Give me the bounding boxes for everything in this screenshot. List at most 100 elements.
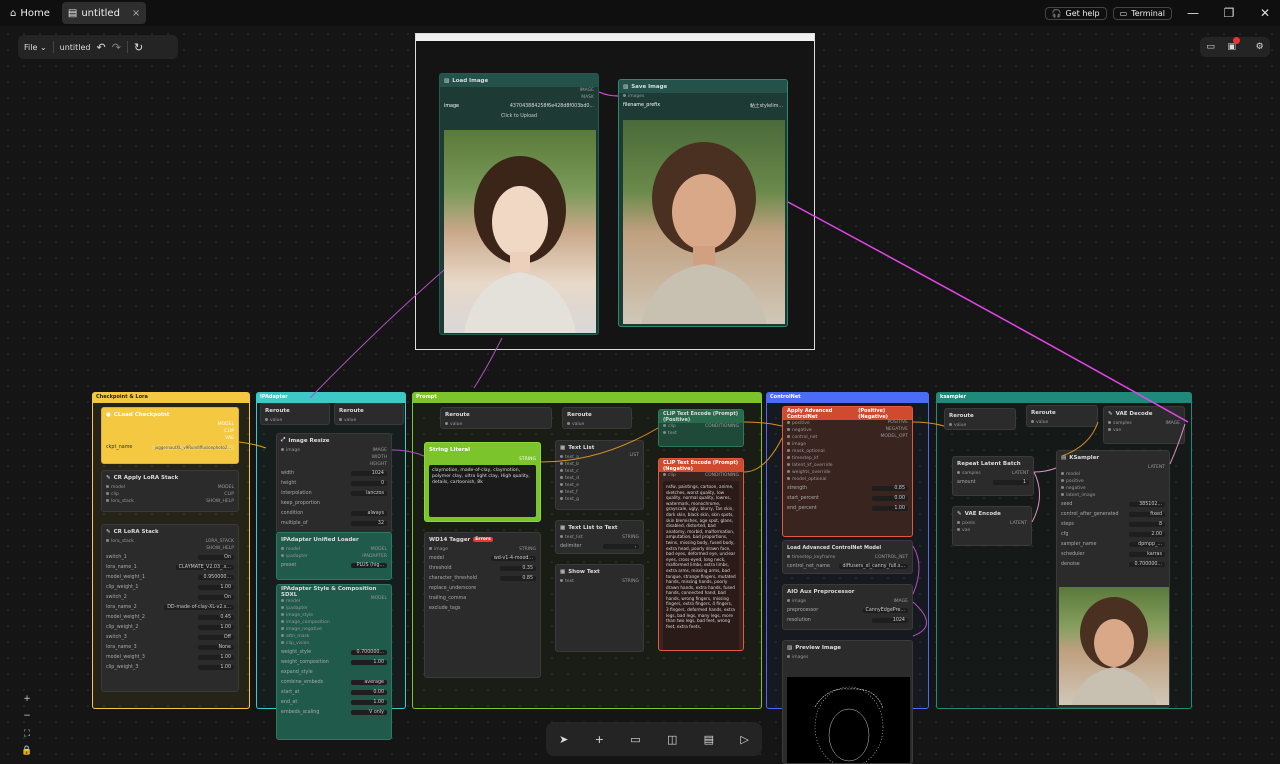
show-text-node[interactable]: ▦ Show Text text STRING xyxy=(555,564,644,652)
widget-value[interactable]: average xyxy=(351,679,387,685)
close-window-icon[interactable]: ✕ xyxy=(1250,6,1280,20)
graph-canvas[interactable]: ▨ Load Image IMAGE MASK image 437043884258… xyxy=(0,26,1280,764)
clip-text-encode-positive-node[interactable]: CLIP Text Encode (Prompt)(Positive) clip… xyxy=(658,409,744,447)
clip-text-encode-negative-node[interactable]: CLIP Text Encode (Prompt)(Negative) clip… xyxy=(658,458,744,651)
widget-row[interactable]: interpolation lanczos xyxy=(277,488,391,498)
widget-value[interactable]: 0.00 xyxy=(351,689,387,695)
widget-row[interactable]: control_after_generated fixed xyxy=(1057,509,1169,519)
socket-dot[interactable] xyxy=(787,463,790,466)
socket-dot[interactable] xyxy=(1061,472,1064,475)
socket-dot[interactable] xyxy=(787,428,790,431)
widget-row[interactable]: weight_style 0.700000... xyxy=(277,647,391,657)
home-button[interactable]: ⌂ Home xyxy=(4,6,56,21)
settings-gear-icon[interactable]: ⚙ xyxy=(1256,42,1264,52)
error-badge[interactable]: Errors xyxy=(473,537,493,542)
prefix-input[interactable]: 黏土stylelim... xyxy=(750,102,783,109)
input-socket[interactable]: image xyxy=(783,441,912,448)
film-icon[interactable]: ▤ xyxy=(704,733,714,746)
undo-icon[interactable]: ↶ xyxy=(97,41,106,54)
widget-value[interactable]: 1.00 xyxy=(198,654,234,660)
widget-row[interactable]: end_at 1.00 xyxy=(277,697,391,707)
socket-dot[interactable] xyxy=(1061,479,1064,482)
preview-image-node[interactable]: ▨ Preview Image images xyxy=(782,640,913,764)
widget-value[interactable]: 0.700000... xyxy=(351,649,387,655)
widget-row[interactable]: lora_name_2 DD-made-of-clay-XL-v2.s... xyxy=(102,602,238,612)
widget-row[interactable]: character_threshold 0.85 xyxy=(425,573,540,583)
widget-value[interactable]: None xyxy=(198,644,234,650)
input-socket[interactable]: positive xyxy=(1057,478,1169,485)
socket-dot[interactable] xyxy=(560,483,563,486)
ipadapter-unified-loader-node[interactable]: IPAdapter Unified Loader model MODEL ipad… xyxy=(276,532,392,580)
socket-dot[interactable] xyxy=(787,456,790,459)
widget-row[interactable]: height 0 xyxy=(277,478,391,488)
widget-row[interactable]: start_percent 0.00 xyxy=(783,493,912,503)
widget-row[interactable]: trailing_comma xyxy=(425,593,540,603)
file-menu-button[interactable]: File ⌄ xyxy=(24,43,47,52)
widget-row[interactable]: switch_2 On xyxy=(102,592,238,602)
widget-row[interactable]: keep_proportion xyxy=(277,498,391,508)
socket-dot[interactable] xyxy=(560,497,563,500)
input-socket[interactable]: text_d xyxy=(556,475,643,482)
widget-row[interactable]: preprocessor CannyEdgePre... xyxy=(783,605,912,615)
widget-row[interactable]: embeds_scaling V only xyxy=(277,707,391,717)
image-resize-node[interactable]: ⤢ Image Resize image IMAGE WIDTH HEIGHT wi… xyxy=(276,433,392,534)
widget-row[interactable]: scheduler karras xyxy=(1057,549,1169,559)
widget-row[interactable]: clip_weight_1 1.00 xyxy=(102,582,238,592)
preset-select[interactable]: PLUS (hig... xyxy=(351,562,387,568)
widget-row[interactable]: denoise 0.700000... xyxy=(1057,559,1169,569)
widget-value[interactable]: V only xyxy=(351,709,387,715)
widget-value[interactable]: 1.00 xyxy=(351,699,387,705)
socket-dot[interactable] xyxy=(281,606,284,609)
input-socket[interactable]: ipadapter xyxy=(277,605,391,612)
reroute-node[interactable]: Reroute value xyxy=(562,407,632,429)
input-socket[interactable]: text_g xyxy=(556,496,643,503)
input-socket[interactable]: attn_mask xyxy=(277,633,391,640)
socket-dot[interactable] xyxy=(787,442,790,445)
input-socket[interactable]: timestep_kf xyxy=(783,455,912,462)
tab-untitled[interactable]: ▤ untitled × xyxy=(61,2,147,24)
widget-row[interactable]: resolution 1024 xyxy=(783,615,912,625)
widget-value[interactable]: 0.85 xyxy=(872,485,908,491)
input-socket[interactable]: text_e xyxy=(556,482,643,489)
widget-value[interactable]: wd-v1-4-mood... xyxy=(490,555,536,561)
input-socket[interactable]: negative xyxy=(1057,485,1169,492)
panel-icon[interactable]: ▭ xyxy=(1206,42,1215,52)
socket-dot[interactable] xyxy=(560,455,563,458)
input-socket[interactable]: weights_override xyxy=(783,469,912,476)
widget-row[interactable]: expand_style xyxy=(277,667,391,677)
terminal-button[interactable]: ▭ Terminal xyxy=(1112,6,1172,20)
amount-input[interactable]: 1 xyxy=(993,479,1029,485)
socket-dot[interactable] xyxy=(281,634,284,637)
widget-value[interactable]: 1024 xyxy=(872,617,908,623)
input-socket[interactable]: text_f xyxy=(556,489,643,496)
lock-icon[interactable]: 🔒 xyxy=(21,746,32,756)
ipadapter-style-composition-node[interactable]: IPAdapter Style & Composition SDXL model… xyxy=(276,584,392,740)
socket-dot[interactable] xyxy=(787,435,790,438)
widget-row[interactable]: exclude_tags xyxy=(425,603,540,613)
delimiter-input[interactable]: , xyxy=(603,543,639,549)
socket-dot[interactable] xyxy=(560,476,563,479)
widget-row[interactable]: lora_name_3 None xyxy=(102,642,238,652)
socket-dot[interactable] xyxy=(787,421,790,424)
input-socket[interactable]: clip_vision xyxy=(277,640,391,647)
vae-encode-node[interactable]: ✎ VAE Encode pixels LATENT vae xyxy=(952,506,1032,546)
upload-button[interactable]: Click to Upload xyxy=(501,114,537,119)
load-image-node[interactable]: ▨ Load Image IMAGE MASK image 437043884258… xyxy=(439,73,599,335)
input-socket[interactable]: latent_kf_override xyxy=(783,462,912,469)
widget-value[interactable]: 1024 xyxy=(351,470,387,476)
repeat-latent-batch-node[interactable]: Repeat Latent Batch samples LATENT amount… xyxy=(952,456,1034,496)
tab-close-button[interactable]: × xyxy=(132,8,140,19)
widget-value[interactable]: DD-made-of-clay-XL-v2.s... xyxy=(164,604,234,610)
widget-row[interactable]: switch_3 Off xyxy=(102,632,238,642)
cr-apply-lora-stack-node[interactable]: ✎ CR Apply LoRA Stack model MODEL clip CLIP… xyxy=(101,470,239,512)
socket-dot[interactable] xyxy=(281,641,284,644)
widget-row[interactable]: model_weight_1 0.950000... xyxy=(102,572,238,582)
widget-value[interactable]: On xyxy=(198,554,234,560)
widget-value[interactable]: CannyEdgePre... xyxy=(862,607,908,613)
zoom-in-icon[interactable]: + xyxy=(23,694,31,704)
socket-dot[interactable] xyxy=(787,470,790,473)
widget-value[interactable]: lanczos xyxy=(351,490,387,496)
widget-row[interactable]: lora_name_1 CLAYMATE_V2.03_.s... xyxy=(102,562,238,572)
vae-decode-node[interactable]: ✎ VAE Decode samples IMAGE vae xyxy=(1103,406,1185,444)
socket-dot[interactable] xyxy=(1061,493,1064,496)
